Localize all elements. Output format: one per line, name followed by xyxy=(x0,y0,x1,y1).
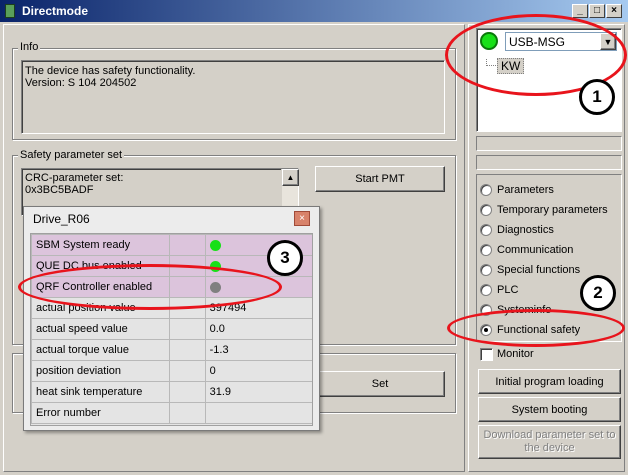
radio-button-icon[interactable] xyxy=(480,204,492,216)
download-label-line-1: Download parameter set to xyxy=(483,429,616,441)
monitor-checkbox[interactable] xyxy=(480,348,493,361)
window-title: Directmode xyxy=(22,4,89,18)
annotation-ellipse-2 xyxy=(447,309,625,347)
info-group-label: Info xyxy=(18,41,41,53)
annotation-number-3: 3 xyxy=(267,240,303,276)
info-line-2: Version: S 104 204502 xyxy=(25,77,137,89)
drive-titlebar: Drive_R06 × xyxy=(24,207,319,229)
drive-row-label: actual speed value xyxy=(31,318,170,340)
close-icon[interactable]: × xyxy=(606,4,622,18)
drive-row-label: Error number xyxy=(31,402,170,424)
drive-row-spacer xyxy=(168,402,206,424)
drive-close-icon[interactable]: × xyxy=(294,211,310,226)
radio-button-icon[interactable] xyxy=(480,264,492,276)
drive-row: Error number xyxy=(31,402,312,424)
crc-value: 0x3BC5BADF xyxy=(25,184,94,196)
drive-row: position deviation 0 xyxy=(31,360,312,382)
drive-row-label: heat sink temperature xyxy=(31,381,170,403)
info-line-1: The device has safety functionality. xyxy=(25,65,196,77)
radio-option[interactable]: Parameters xyxy=(480,180,620,200)
drive-row-value xyxy=(204,402,312,424)
radio-label: Communication xyxy=(497,244,574,256)
radio-option[interactable]: Diagnostics xyxy=(480,220,620,240)
maximize-icon[interactable]: □ xyxy=(589,4,605,18)
radio-label: Temporary parameters xyxy=(497,204,608,216)
radio-button-icon[interactable] xyxy=(480,184,492,196)
drive-row: heat sink temperature 31.9 xyxy=(31,381,312,403)
set-button[interactable]: Set xyxy=(315,371,445,397)
download-parameter-set-button[interactable]: Download parameter set to the device xyxy=(478,425,621,459)
system-booting-button[interactable]: System booting xyxy=(478,397,621,422)
drive-window: Drive_R06 × SBM System ready QUE DC bus e… xyxy=(23,206,320,431)
monitor-label: Monitor xyxy=(497,348,534,360)
radio-button-icon[interactable] xyxy=(480,244,492,256)
drive-row-label: position deviation xyxy=(31,360,170,382)
safety-group-label: Safety parameter set xyxy=(18,149,125,161)
radio-button-icon[interactable] xyxy=(480,224,492,236)
drive-row-label: actual torque value xyxy=(31,339,170,361)
annotation-ellipse-3 xyxy=(18,264,282,310)
initial-program-loading-button[interactable]: Initial program loading xyxy=(478,369,621,394)
minimize-icon[interactable]: _ xyxy=(572,4,588,18)
annotation-number-1: 1 xyxy=(579,79,615,115)
separator-bar-2 xyxy=(476,155,622,170)
radio-label: PLC xyxy=(497,284,519,296)
drive-row-spacer xyxy=(168,318,206,340)
annotation-number-2: 2 xyxy=(580,275,616,311)
app-icon xyxy=(5,4,15,18)
separator-bar-1 xyxy=(476,136,622,151)
drive-row-value: 0 xyxy=(204,360,312,382)
radio-label: Special functions xyxy=(497,264,581,276)
drive-row-spacer xyxy=(168,381,206,403)
drive-row-value: 0.0 xyxy=(204,318,312,340)
drive-row-spacer xyxy=(168,339,206,361)
radio-option[interactable]: Temporary parameters xyxy=(480,200,620,220)
drive-row-spacer xyxy=(168,360,206,382)
drive-row-value: -1.3 xyxy=(204,339,312,361)
radio-label: Diagnostics xyxy=(497,224,554,236)
download-label-line-2: the device xyxy=(524,442,575,454)
drive-row-value: 31.9 xyxy=(204,381,312,403)
drive-row-spacer xyxy=(168,234,206,256)
drive-row: actual speed value 0.0 xyxy=(31,318,312,340)
drive-row-label: SBM System ready xyxy=(31,234,170,256)
info-text-box: The device has safety functionality. Ver… xyxy=(21,60,445,134)
drive-title: Drive_R06 xyxy=(33,212,90,226)
radio-button-icon[interactable] xyxy=(480,284,492,296)
drive-row: actual torque value -1.3 xyxy=(31,339,312,361)
start-pmt-button[interactable]: Start PMT xyxy=(315,166,445,192)
scroll-up-icon[interactable]: ▲ xyxy=(282,169,299,186)
status-led-icon xyxy=(209,239,221,251)
crc-label: CRC-parameter set: xyxy=(25,172,124,184)
radio-option[interactable]: Communication xyxy=(480,240,620,260)
radio-label: Parameters xyxy=(497,184,554,196)
